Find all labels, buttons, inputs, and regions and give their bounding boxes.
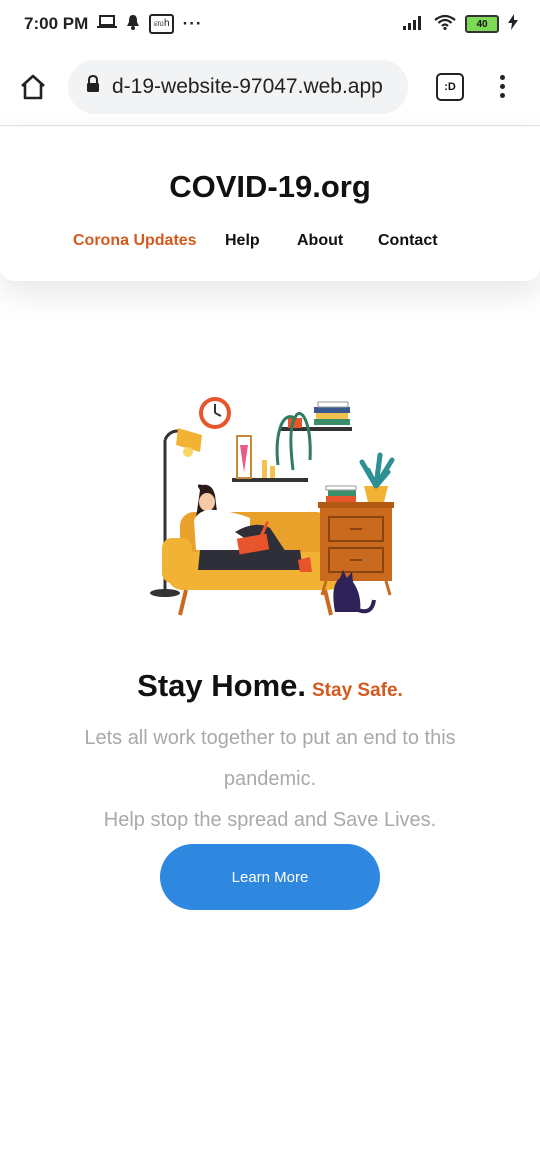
status-time: 7:00 PM <box>24 14 89 33</box>
more-notifications-icon: ··· <box>182 14 203 33</box>
lock-icon <box>86 74 100 98</box>
learn-more-button[interactable]: Learn More <box>160 844 380 910</box>
hero-line-1: Lets all work together to put an end to … <box>84 727 456 790</box>
nav-about[interactable]: About <box>297 232 343 250</box>
url-text[interactable]: d-19-website-97047.web.app <box>112 75 383 99</box>
wifi-icon <box>434 14 456 35</box>
bell-icon <box>126 14 140 35</box>
more-vert-icon[interactable] <box>500 75 505 98</box>
nav-contact[interactable]: Contact <box>378 232 438 250</box>
status-bar: 7:00 PM ஸh ··· 40 <box>0 0 540 48</box>
battery-icon: 40 <box>465 15 499 33</box>
address-bar[interactable]: d-19-website-97047.web.app <box>68 59 408 114</box>
browser-toolbar: d-19-website-97047.web.app :D <box>0 48 540 126</box>
hero-heading-accent: Stay Safe. <box>312 680 403 701</box>
app-badge-icon: ஸh <box>149 14 174 34</box>
nav-corona-updates[interactable]: Corona Updates <box>73 232 197 250</box>
status-left: 7:00 PM ஸh ··· <box>24 14 203 35</box>
laptop-icon <box>97 14 118 35</box>
signal-icon <box>403 14 425 35</box>
home-icon[interactable] <box>18 72 48 102</box>
hero-description: Lets all work together to put an end to … <box>60 718 480 841</box>
site-nav: Corona Updates Help About Contact <box>0 232 540 254</box>
status-right: 40 <box>403 13 518 35</box>
stay-home-illustration <box>140 390 400 625</box>
hero-heading-main: Stay Home. <box>137 668 306 703</box>
nav-help[interactable]: Help <box>225 232 260 250</box>
clock-icon <box>199 397 231 429</box>
site-header: COVID-19.org Corona Updates Help About C… <box>0 127 540 281</box>
site-title[interactable]: COVID-19.org <box>0 169 540 205</box>
tab-switcher-icon[interactable]: :D <box>436 72 464 101</box>
app-badge-text: ஸh <box>153 18 170 29</box>
hero-line-2: Help stop the spread and Save Lives. <box>103 809 437 831</box>
charging-icon <box>508 13 518 35</box>
tab-count: :D <box>444 80 456 93</box>
hero-heading: Stay Home. Stay Safe. <box>0 668 540 704</box>
